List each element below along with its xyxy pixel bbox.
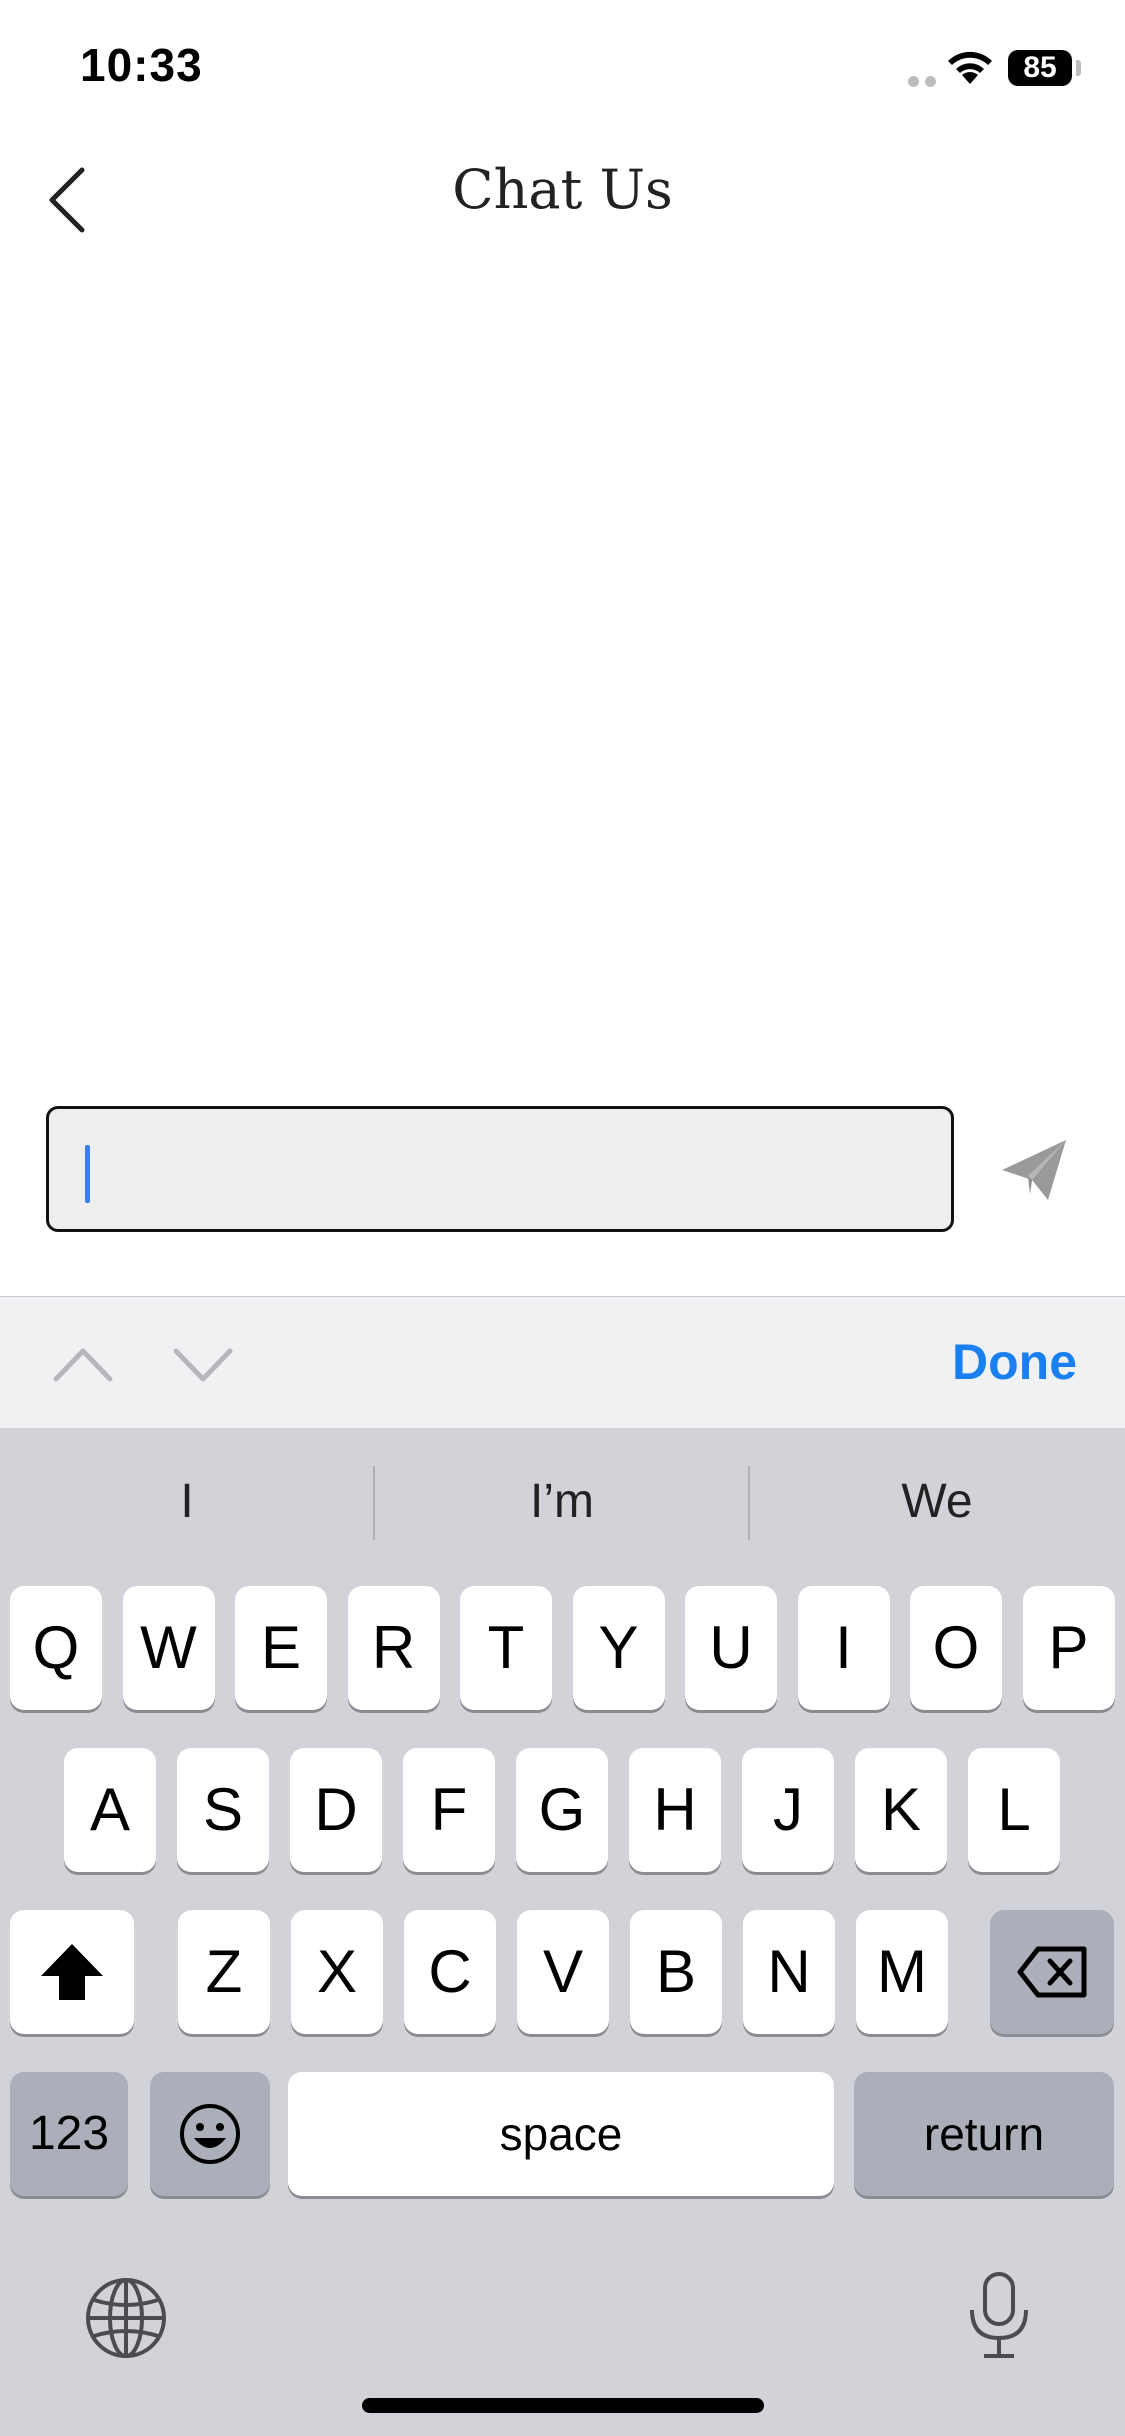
key-j[interactable]: J (742, 1748, 834, 1872)
key-label: U (709, 1614, 753, 1681)
key-label: E (260, 1614, 302, 1681)
backspace-icon (1017, 1946, 1087, 1998)
key-q[interactable]: Q (10, 1586, 102, 1710)
key-u[interactable]: U (685, 1586, 777, 1710)
status-time: 10:33 (80, 39, 203, 91)
key-s[interactable]: S (177, 1748, 269, 1872)
key-m[interactable]: M (856, 1910, 948, 2034)
suggestion-item[interactable]: I (0, 1428, 374, 1576)
numbers-key[interactable]: 123 (10, 2072, 128, 2196)
key-label: O (932, 1614, 980, 1681)
key-i[interactable]: I (797, 1586, 890, 1710)
key-label: P (1048, 1614, 1089, 1681)
delete-key[interactable] (990, 1910, 1114, 2034)
home-indicator (362, 2398, 764, 2413)
key-k[interactable]: K (855, 1748, 947, 1872)
key-label: Z (205, 1938, 243, 2005)
space-key[interactable]: space (288, 2072, 834, 2196)
key-label: R (371, 1614, 416, 1681)
key-label: N (767, 1938, 811, 2005)
keyboard-toolbar: Done (0, 1296, 1125, 1429)
key-label: M (877, 1938, 927, 2005)
battery-tip (1076, 60, 1081, 76)
key-p[interactable]: P (1022, 1586, 1115, 1710)
key-label: F (430, 1776, 468, 1843)
key-label: I (835, 1614, 852, 1681)
shift-icon (41, 1944, 103, 2000)
key-b[interactable]: B (630, 1910, 722, 2034)
chat-message-list (0, 260, 1125, 1100)
key-r[interactable]: R (347, 1586, 440, 1710)
emoji-key[interactable] (150, 2072, 270, 2196)
key-w[interactable]: W (122, 1586, 215, 1710)
key-label: J (773, 1776, 803, 1843)
key-label: 123 (28, 2107, 110, 2160)
key-l[interactable]: L (968, 1748, 1060, 1872)
key-label: L (997, 1776, 1031, 1843)
suggestion-item[interactable]: I’m (375, 1428, 749, 1576)
chevron-up-icon[interactable] (52, 1339, 114, 1389)
globe-icon[interactable] (84, 2276, 168, 2360)
key-label: X (316, 1938, 358, 2005)
cellular-signal-icon (908, 74, 942, 92)
key-f[interactable]: F (403, 1748, 495, 1872)
key-h[interactable]: H (629, 1748, 721, 1872)
key-label: return (923, 2108, 1045, 2160)
page-title: Chat Us (452, 158, 673, 221)
key-label: C (428, 1938, 472, 2005)
key-label: K (880, 1776, 922, 1843)
status-bar: 10:33 85 (0, 0, 1125, 140)
key-label: space (499, 2108, 623, 2160)
key-label: T (487, 1614, 525, 1681)
key-label: S (202, 1776, 244, 1843)
predictive-suggestions: I I’m We (0, 1428, 1125, 1576)
wifi-icon (948, 51, 992, 84)
battery-indicator: 85 (1008, 50, 1072, 86)
key-e[interactable]: E (235, 1586, 327, 1710)
key-label: Q (32, 1614, 80, 1681)
key-o[interactable]: O (910, 1586, 1002, 1710)
key-d[interactable]: D (290, 1748, 382, 1872)
key-n[interactable]: N (743, 1910, 835, 2034)
done-button[interactable]: Done (952, 1333, 1077, 1391)
shift-key[interactable] (10, 1910, 134, 2034)
message-input[interactable] (46, 1106, 954, 1232)
key-a[interactable]: A (64, 1748, 156, 1872)
key-label: G (538, 1776, 586, 1843)
key-c[interactable]: C (404, 1910, 496, 2034)
key-label: Y (598, 1614, 639, 1681)
key-x[interactable]: X (291, 1910, 383, 2034)
key-label: H (653, 1776, 697, 1843)
microphone-icon[interactable] (964, 2270, 1034, 2362)
key-g[interactable]: G (516, 1748, 608, 1872)
key-z[interactable]: Z (178, 1910, 270, 2034)
key-label: W (140, 1614, 197, 1681)
key-v[interactable]: V (517, 1910, 609, 2034)
key-y[interactable]: Y (572, 1586, 665, 1710)
return-key[interactable]: return (854, 2072, 1114, 2196)
key-label: D (314, 1776, 358, 1843)
text-cursor (85, 1145, 90, 1203)
key-label: A (89, 1776, 131, 1843)
nav-bar: Chat Us (0, 140, 1125, 260)
key-label: B (655, 1938, 697, 2005)
emoji-icon (180, 2104, 240, 2164)
paper-plane-icon[interactable] (994, 1130, 1074, 1210)
key-t[interactable]: T (460, 1586, 552, 1710)
chevron-down-icon[interactable] (172, 1339, 234, 1389)
suggestion-item[interactable]: We (750, 1428, 1124, 1576)
key-label: V (542, 1938, 584, 2005)
